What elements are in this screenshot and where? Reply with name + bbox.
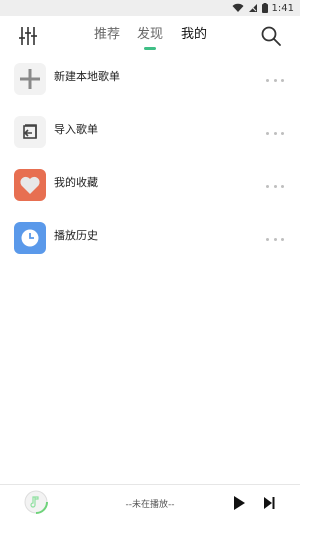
more-icon[interactable] (266, 130, 284, 136)
status-time: 1:41 (271, 2, 294, 14)
list-item-new-local-playlist[interactable]: 新建本地歌单 (0, 56, 300, 109)
import-icon (14, 116, 46, 148)
list-item-play-history[interactable]: 播放历史 (0, 215, 300, 268)
list-item-label: 我的收藏 (54, 176, 98, 189)
tab-mine[interactable]: 我的 (181, 26, 207, 44)
plus-icon (14, 63, 46, 95)
active-tab-indicator (144, 47, 156, 50)
tab-discover[interactable]: 发现 (137, 26, 163, 44)
list-item-import-playlist[interactable]: 导入歌单 (0, 109, 300, 162)
next-track-icon[interactable] (262, 496, 276, 510)
status-icons: 1:41 (232, 1, 294, 15)
search-icon[interactable] (260, 25, 282, 47)
signal-icon (248, 4, 257, 12)
play-icon[interactable] (232, 495, 246, 511)
tab-recommend[interactable]: 推荐 (94, 26, 120, 44)
top-navigation: 推荐 发现 我的 (0, 16, 300, 56)
clock-icon (14, 222, 46, 254)
more-icon[interactable] (266, 236, 284, 242)
status-bar: 1:41 (0, 0, 300, 16)
now-playing-status: --未在播放-- (125, 500, 175, 510)
wifi-icon (232, 3, 244, 12)
playlist-menu: 新建本地歌单 导入歌单 我的收藏 播放历史 (0, 56, 300, 268)
list-item-label: 新建本地歌单 (54, 70, 120, 83)
mini-player[interactable]: --未在播放-- (0, 484, 300, 534)
list-item-label: 播放历史 (54, 229, 98, 242)
battery-icon (261, 3, 268, 13)
list-item-my-favorites[interactable]: 我的收藏 (0, 162, 300, 215)
equalizer-icon[interactable] (18, 25, 38, 47)
list-item-label: 导入歌单 (54, 123, 98, 136)
heart-icon (14, 169, 46, 201)
more-icon[interactable] (266, 77, 284, 83)
more-icon[interactable] (266, 183, 284, 189)
